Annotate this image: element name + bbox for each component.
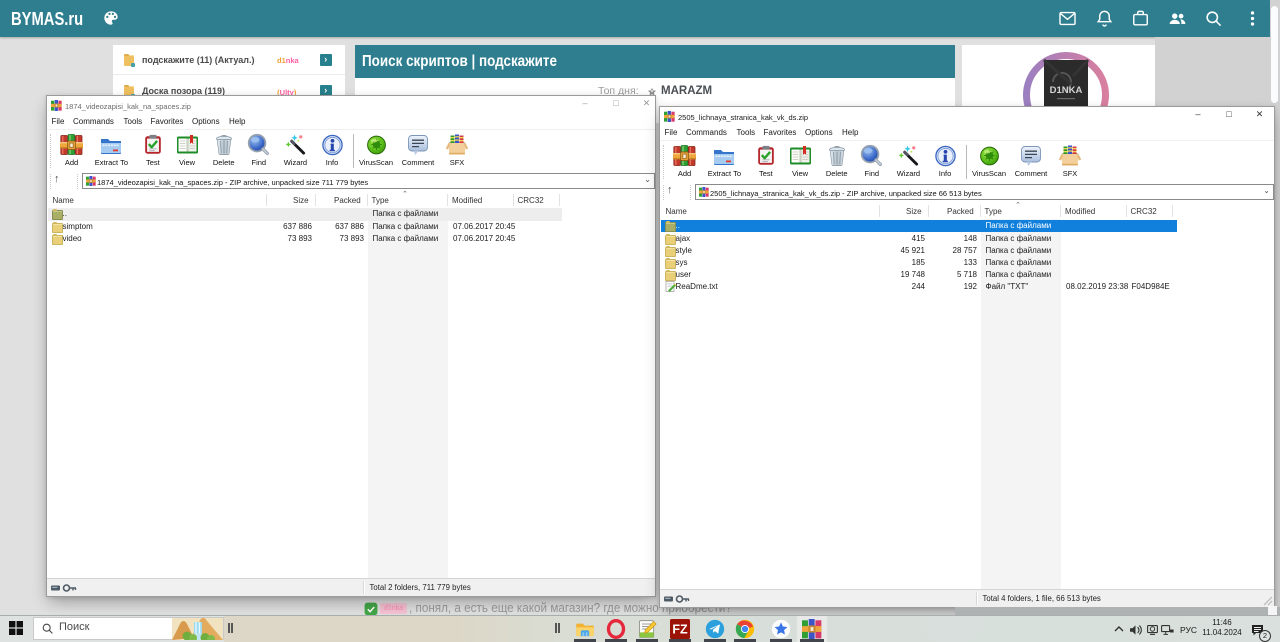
svg-text:FZ: FZ <box>672 623 688 637</box>
svg-text:D1NKA: D1NKA <box>1050 85 1083 96</box>
